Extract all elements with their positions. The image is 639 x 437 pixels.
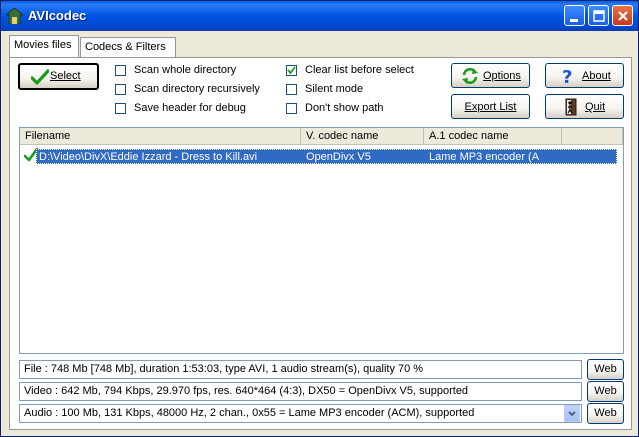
video-web-button[interactable]: Web bbox=[587, 381, 624, 402]
select-label: Select bbox=[50, 70, 81, 82]
close-button[interactable] bbox=[612, 5, 633, 26]
column-header-label: A.1 codec name bbox=[429, 130, 509, 142]
maximize-icon bbox=[593, 10, 605, 22]
checkbox-label: Clear list before select bbox=[305, 64, 414, 76]
file-info-field: File : 748 Mb [748 Mb], duration 1:53:03… bbox=[19, 360, 582, 379]
export-list-button[interactable]: Export List bbox=[451, 94, 530, 119]
web-label: Web bbox=[594, 363, 617, 375]
column-header-label: V. codec name bbox=[306, 130, 379, 142]
checkbox-box[interactable] bbox=[115, 84, 126, 95]
dont-show-path-checkbox[interactable]: Don't show path bbox=[286, 102, 406, 116]
about-label: About bbox=[582, 70, 611, 82]
checkmark-icon bbox=[31, 69, 49, 85]
window-title: AVIcodec bbox=[28, 8, 87, 23]
chevron-down-icon bbox=[568, 411, 576, 417]
audio-info-value: Audio : 100 Mb, 131 Kbps, 48000 Hz, 2 ch… bbox=[24, 407, 475, 419]
close-icon bbox=[618, 11, 628, 21]
checkbox-box[interactable] bbox=[286, 65, 297, 76]
column-header-a1-codec[interactable]: A.1 codec name bbox=[424, 128, 562, 145]
options-label: Options bbox=[483, 70, 521, 82]
checkbox-label: Save header for debug bbox=[134, 102, 246, 114]
avicodec-app-icon bbox=[6, 8, 23, 24]
web-label: Web bbox=[594, 407, 617, 419]
silent-mode-checkbox[interactable]: Silent mode bbox=[286, 83, 386, 97]
scan-directory-recursively-checkbox[interactable]: Scan directory recursively bbox=[115, 83, 275, 97]
audio-stream-select[interactable]: Audio : 100 Mb, 131 Kbps, 48000 Hz, 2 ch… bbox=[19, 404, 582, 423]
export-list-label: Export List bbox=[464, 101, 517, 113]
refresh-icon bbox=[462, 68, 478, 84]
web-label: Web bbox=[594, 385, 617, 397]
title-bar[interactable]: AVIcodec bbox=[1, 1, 638, 31]
list-header: Filename V. codec name A.1 codec name bbox=[20, 128, 623, 145]
save-header-for-debug-checkbox[interactable]: Save header for debug bbox=[115, 102, 265, 116]
exit-door-icon bbox=[565, 98, 577, 116]
filename-cell: D:\Video\DivX\Eddie Izzard - Dress to Ki… bbox=[39, 151, 258, 163]
column-header-v-codec[interactable]: V. codec name bbox=[301, 128, 424, 145]
tab-label: Codecs & Filters bbox=[85, 41, 166, 53]
checkbox-box[interactable] bbox=[115, 103, 126, 114]
checkbox-label: Silent mode bbox=[305, 83, 364, 95]
checkbox-label: Don't show path bbox=[305, 102, 384, 114]
movie-list[interactable]: Filename V. codec name A.1 codec name D:… bbox=[19, 127, 624, 354]
tab-label: Movies files bbox=[14, 39, 72, 51]
quit-label: Quit bbox=[585, 101, 606, 113]
checkbox-box[interactable] bbox=[115, 65, 126, 76]
column-header-empty[interactable] bbox=[562, 128, 623, 145]
audio-dropdown-button[interactable] bbox=[564, 405, 580, 422]
video-info-field: Video : 642 Mb, 794 Kbps, 29.970 fps, re… bbox=[19, 382, 582, 401]
quit-button[interactable]: Quit bbox=[545, 94, 624, 119]
question-mark-icon: ? bbox=[562, 67, 572, 85]
checkbox-label: Scan directory recursively bbox=[134, 83, 260, 95]
checkmark-icon bbox=[287, 66, 296, 75]
svg-text:?: ? bbox=[562, 67, 572, 85]
options-button[interactable]: Options bbox=[451, 63, 530, 88]
minimize-icon bbox=[570, 19, 578, 22]
maximize-button[interactable] bbox=[588, 5, 609, 26]
v-codec-cell: OpenDivx V5 bbox=[306, 151, 371, 163]
table-row[interactable]: D:\Video\DivX\Eddie Izzard - Dress to Ki… bbox=[36, 149, 617, 164]
minimize-button[interactable] bbox=[564, 5, 585, 26]
app-window: AVIcodec Movies files Codecs & Filters S… bbox=[0, 0, 639, 437]
checkbox-box[interactable] bbox=[286, 84, 297, 95]
tab-movies-files[interactable]: Movies files bbox=[9, 35, 79, 57]
audio-web-button[interactable]: Web bbox=[587, 403, 624, 424]
tab-codecs-filters[interactable]: Codecs & Filters bbox=[80, 37, 176, 57]
file-web-button[interactable]: Web bbox=[587, 359, 624, 380]
a1-codec-cell: Lame MP3 encoder (A bbox=[429, 151, 540, 163]
column-header-filename[interactable]: Filename bbox=[20, 128, 301, 145]
checkbox-box[interactable] bbox=[286, 103, 297, 114]
checkbox-label: Scan whole directory bbox=[134, 64, 237, 76]
select-button[interactable]: Select bbox=[18, 63, 99, 90]
clear-list-before-select-checkbox[interactable]: Clear list before select bbox=[286, 64, 436, 78]
about-button[interactable]: ? About bbox=[545, 63, 624, 88]
scan-whole-directory-checkbox[interactable]: Scan whole directory bbox=[115, 64, 265, 78]
column-header-label: Filename bbox=[25, 130, 71, 142]
